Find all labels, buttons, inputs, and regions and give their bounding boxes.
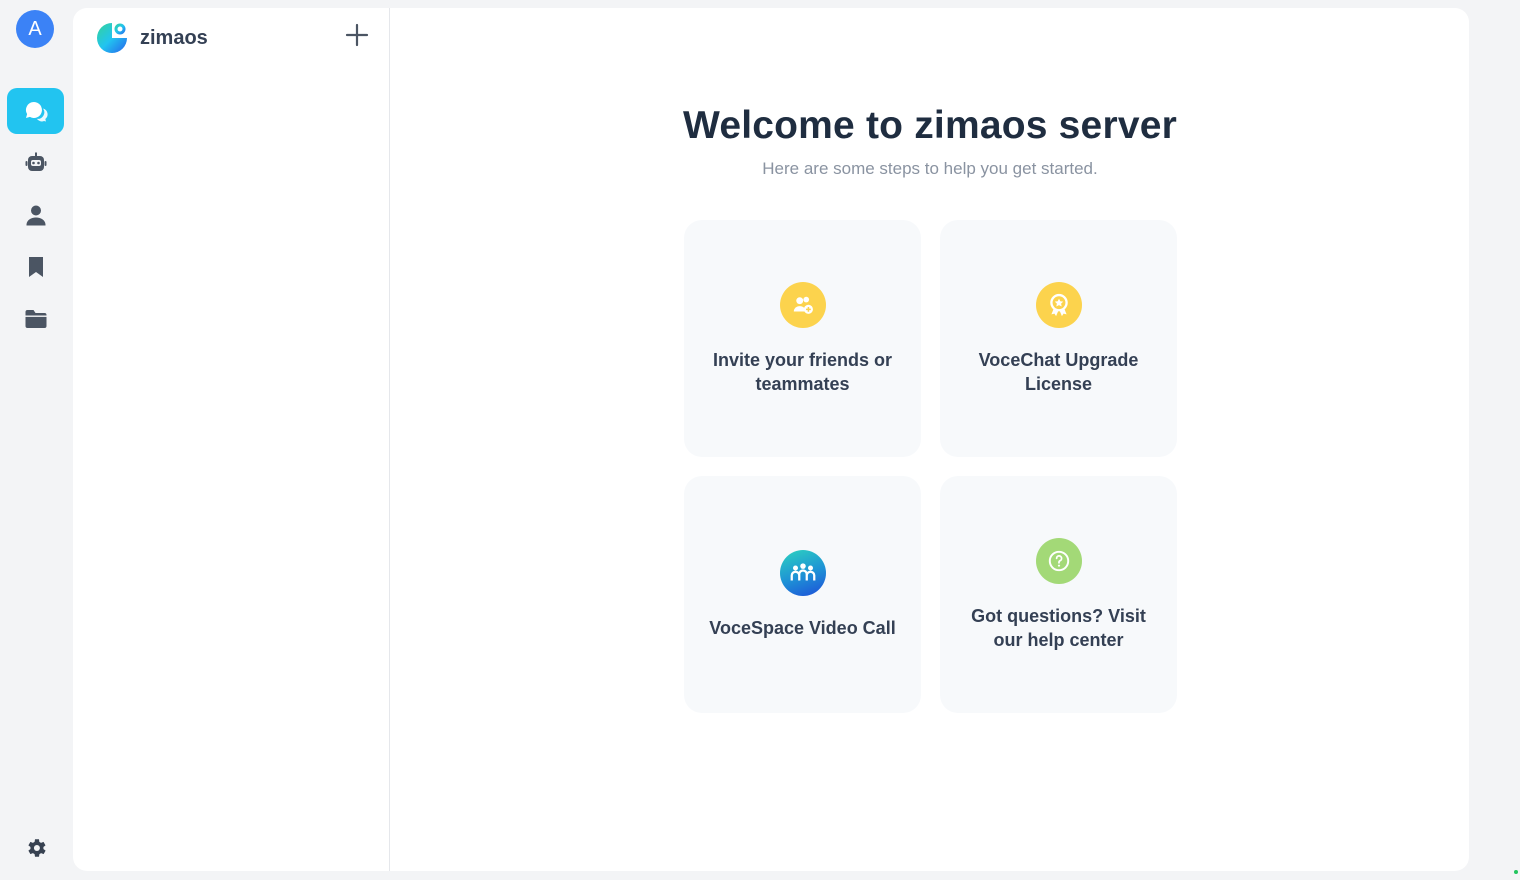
server-logo-icon: [97, 23, 127, 53]
rail-item-chat[interactable]: [7, 88, 64, 134]
avatar-initial: A: [28, 17, 42, 40]
upgrade-license-card[interactable]: VoceChat Upgrade License: [940, 220, 1177, 457]
plus-icon: [345, 23, 369, 47]
invite-card-label: Invite your friends or teammates: [712, 349, 893, 394]
vocespace-label: VoceSpace Video Call: [709, 617, 896, 638]
rail-item-users[interactable]: [7, 192, 64, 238]
folder-icon: [25, 310, 46, 328]
server-header[interactable]: zimaos: [95, 20, 208, 56]
welcome-content: Welcome to zimaos server Here are some s…: [391, 8, 1469, 871]
invite-card[interactable]: Invite your friends or teammates: [684, 220, 921, 457]
rail-item-files[interactable]: [7, 296, 64, 342]
status-indicator: [1514, 870, 1518, 874]
vocespace-icon: [779, 549, 826, 596]
vocespace-card[interactable]: VoceSpace Video Call: [684, 476, 921, 713]
rail-item-saved[interactable]: [7, 244, 64, 290]
gear-icon: [28, 839, 46, 857]
channel-sidebar: zimaos: [73, 8, 390, 871]
license-badge-icon: [1035, 281, 1082, 328]
user-icon: [26, 205, 45, 226]
welcome-subtitle: Here are some steps to help you get star…: [762, 159, 1098, 178]
settings-button[interactable]: [22, 834, 50, 862]
bookmark-icon: [28, 257, 43, 277]
welcome-title: Welcome to zimaos server: [683, 104, 1177, 147]
rail-item-bots[interactable]: [7, 140, 64, 186]
help-center-card[interactable]: Got questions? Visit our help center: [940, 476, 1177, 713]
server-name: zimaos: [140, 26, 208, 49]
chat-bubbles-icon: [25, 101, 48, 122]
user-avatar[interactable]: A: [16, 10, 54, 48]
upgrade-license-label: VoceChat Upgrade License: [978, 349, 1139, 394]
add-channel-button[interactable]: [345, 23, 369, 47]
invite-users-icon: [779, 281, 826, 328]
help-center-label: Got questions? Visit our help center: [971, 605, 1146, 650]
nav-rail: A: [0, 0, 70, 880]
question-icon: [1035, 537, 1082, 584]
robot-icon: [25, 152, 46, 171]
main-panel: zimaos Welcome to zimaos server Here are…: [73, 8, 1469, 871]
